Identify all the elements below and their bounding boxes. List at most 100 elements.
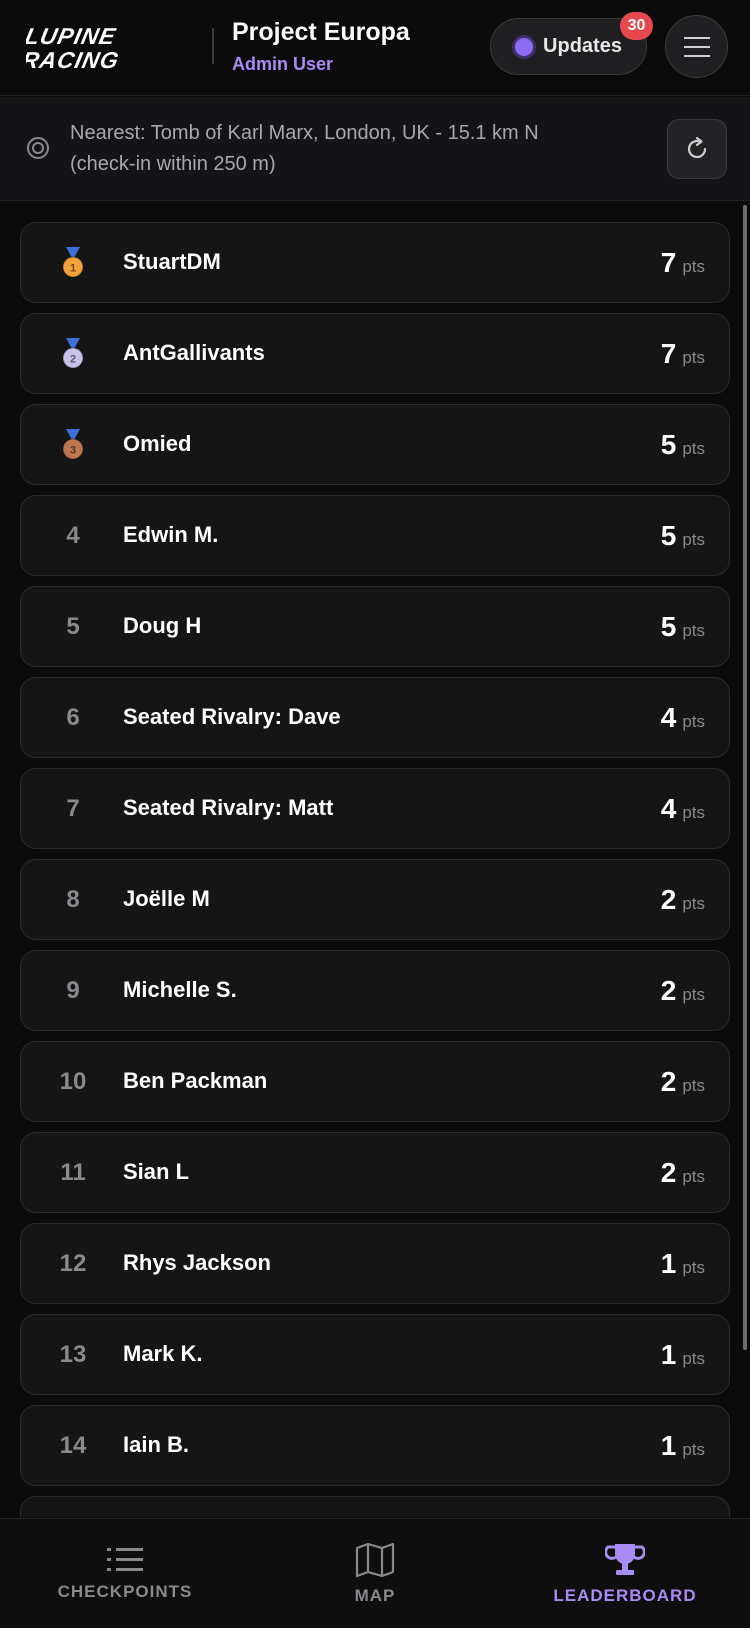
- points-unit: pts: [682, 803, 705, 822]
- points-value: 1: [660, 1430, 677, 1461]
- player-name: AntGallivants: [123, 340, 265, 365]
- leaderboard-row[interactable]: 5 Doug H 5 pts: [20, 586, 730, 667]
- bronze-medal-icon: 3: [43, 405, 103, 484]
- nav-map[interactable]: MAP: [250, 1519, 500, 1628]
- player-name: Ben Packman: [123, 1068, 268, 1093]
- points-unit: pts: [682, 257, 705, 276]
- player-name: Rhys Jackson: [123, 1250, 271, 1275]
- player-name: Edwin M.: [123, 522, 219, 547]
- points-unit: pts: [682, 439, 705, 458]
- player-score: 1 pts: [661, 1248, 705, 1280]
- points-unit: pts: [682, 530, 705, 549]
- points-value: 5: [660, 429, 677, 460]
- nearest-checkpoint-text: Nearest: Tomb of Karl Marx, London, UK -…: [70, 118, 630, 180]
- target-location-icon: [27, 137, 49, 159]
- rank-number: 9: [66, 976, 80, 1004]
- map-icon: [355, 1542, 395, 1578]
- points-unit: pts: [682, 985, 705, 1004]
- player-name: Iain B.: [123, 1432, 190, 1457]
- rank-number: 11: [60, 1158, 86, 1186]
- leaderboard-row[interactable]: 7 Seated Rivalry: Matt 4 pts: [20, 768, 730, 849]
- leaderboard-row[interactable]: 9 Michelle S. 2 pts: [20, 950, 730, 1031]
- rank-number: 4: [66, 521, 80, 549]
- points-value: 5: [660, 611, 677, 642]
- rank-number: 10: [59, 1067, 87, 1095]
- player-score: 2 pts: [661, 1157, 705, 1189]
- player-name: Seated Rivalry: Matt: [123, 795, 334, 820]
- leaderboard-row[interactable]: 8 Joëlle M 2 pts: [20, 859, 730, 940]
- leaderboard-row[interactable]: 14 Iain B. 1 pts: [20, 1405, 730, 1486]
- rank-number: 6: [66, 703, 80, 731]
- points-value: 4: [660, 793, 677, 824]
- player-name: StuartDM: [123, 249, 221, 274]
- player-name: Sian L: [123, 1159, 190, 1184]
- silver-medal-icon: 2: [43, 314, 103, 393]
- medal-rank: 1: [70, 262, 76, 274]
- player-name: Mark K.: [123, 1341, 203, 1366]
- leaderboard-row[interactable]: 3 Omied 5 pts: [20, 404, 730, 485]
- rank-number: 8: [66, 885, 80, 913]
- updates-count-badge: 30: [620, 12, 653, 40]
- lupine-racing-logo[interactable]: LUPINE RACING: [26, 24, 196, 72]
- list-icon: [107, 1548, 143, 1571]
- leaderboard-list[interactable]: 1 StuartDM 7 pts 2 AntGallivants 7 pts 3 Omied 5 pt…: [0, 201, 750, 1517]
- status-dot-icon: [515, 37, 534, 56]
- points-unit: pts: [682, 1076, 705, 1095]
- player-score: 4 pts: [661, 702, 705, 734]
- points-unit: pts: [682, 621, 705, 640]
- nav-checkpoints[interactable]: CHECKPOINTS: [0, 1519, 250, 1628]
- current-user: Admin User: [232, 54, 334, 74]
- rank-number: 12: [59, 1249, 87, 1277]
- player-score: 1 pts: [661, 1339, 705, 1371]
- points-value: 2: [660, 1066, 677, 1097]
- leaderboard-row[interactable]: [20, 1496, 730, 1517]
- leaderboard-row[interactable]: 12 Rhys Jackson 1 pts: [20, 1223, 730, 1304]
- player-score: 2 pts: [661, 975, 705, 1007]
- refresh-button[interactable]: [667, 119, 727, 179]
- player-score: 7 pts: [661, 247, 705, 279]
- hamburger-menu-icon: [683, 36, 710, 57]
- player-name: Michelle S.: [123, 977, 237, 1002]
- leaderboard-row[interactable]: 2 AntGallivants 7 pts: [20, 313, 730, 394]
- player-score: 5 pts: [661, 520, 705, 552]
- nav-leaderboard[interactable]: LEADERBOARD: [500, 1519, 750, 1628]
- player-score: 5 pts: [661, 611, 705, 643]
- leaderboard-row[interactable]: 6 Seated Rivalry: Dave 4 pts: [20, 677, 730, 758]
- medal-rank: 2: [70, 353, 76, 365]
- points-value: 7: [660, 338, 677, 369]
- refresh-icon: [687, 136, 707, 159]
- player-name: Joëlle M: [123, 886, 210, 911]
- points-value: 5: [660, 520, 677, 551]
- leaderboard-row[interactable]: 10 Ben Packman 2 pts: [20, 1041, 730, 1122]
- svg-text:LUPINE: LUPINE: [26, 24, 119, 49]
- points-unit: pts: [682, 1167, 705, 1186]
- player-score: 4 pts: [661, 793, 705, 825]
- leaderboard-row[interactable]: 13 Mark K. 1 pts: [20, 1314, 730, 1395]
- checkin-radius-line: (check-in within 250 m): [70, 153, 276, 175]
- gold-medal-icon: 1: [43, 223, 103, 302]
- points-unit: pts: [682, 1258, 705, 1277]
- nav-map-label: MAP: [354, 1586, 396, 1605]
- bottom-navigation: CHECKPOINTS MAP LEADERBOARD: [0, 1518, 750, 1628]
- points-value: 4: [660, 702, 677, 733]
- leaderboard-row[interactable]: 1 StuartDM 7 pts: [20, 222, 730, 303]
- scrollbar[interactable]: [743, 205, 747, 1350]
- updates-label: Updates: [543, 35, 622, 57]
- player-score: 2 pts: [661, 1066, 705, 1098]
- project-title: Project Europa: [232, 18, 410, 46]
- player-name: Doug H: [123, 613, 202, 638]
- menu-button[interactable]: [665, 15, 728, 78]
- medal-rank: 3: [70, 444, 76, 456]
- leaderboard-row[interactable]: 11 Sian L 2 pts: [20, 1132, 730, 1213]
- nav-checkpoints-label: CHECKPOINTS: [57, 1582, 193, 1601]
- header-divider: [212, 28, 214, 64]
- points-unit: pts: [682, 348, 705, 367]
- points-unit: pts: [682, 1349, 705, 1368]
- nav-leaderboard-label: LEADERBOARD: [553, 1586, 697, 1605]
- points-unit: pts: [682, 1440, 705, 1459]
- nearest-checkpoint-line: Nearest: Tomb of Karl Marx, London, UK -…: [70, 122, 539, 144]
- leaderboard-row[interactable]: 4 Edwin M. 5 pts: [20, 495, 730, 576]
- svg-text:RACING: RACING: [26, 47, 122, 72]
- points-value: 2: [660, 884, 677, 915]
- player-score: 1 pts: [661, 1430, 705, 1462]
